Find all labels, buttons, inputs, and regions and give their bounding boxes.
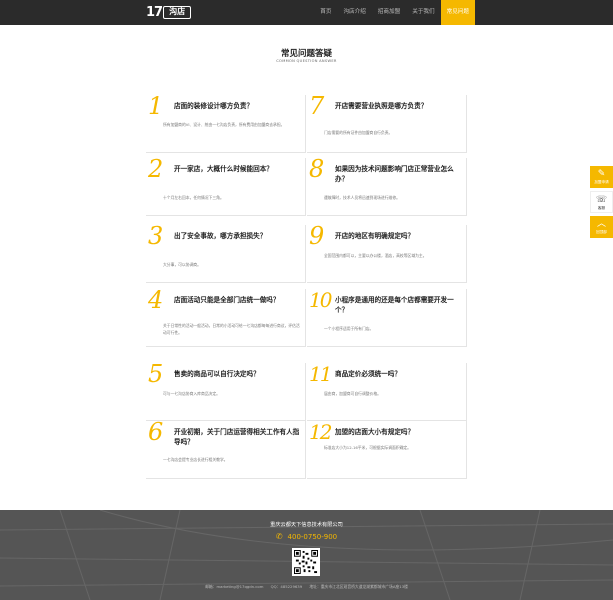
faq-question: 店面活动只能是全部门店统一做吗？ bbox=[174, 296, 280, 304]
phone-icon: ✆ bbox=[275, 532, 283, 541]
nav-item-about[interactable]: 关于我们 bbox=[406, 0, 440, 25]
faq-item-1: 1 店面的装修设计哪方负责？ 所有加盟商的VI、设计、统由一七沟店负责，所有费用… bbox=[146, 92, 306, 153]
faq-item-12: 12 加盟的店面大小有规定吗？ 标准店大小为12-16平米，可根据实际调面积确定… bbox=[307, 420, 467, 479]
faq-question: 开业初期，关于门店运营得相关工作有人指导吗？ bbox=[174, 428, 300, 446]
side-top-label: 回顶部 bbox=[596, 230, 607, 234]
faq-answer: 可与一七沟店协商入库商品决定。 bbox=[163, 391, 220, 396]
faq-answer: 所有加盟商的VI、设计、统由一七沟店负责，所有费用由加盟商去承担。 bbox=[163, 122, 285, 127]
footer-info: 邮箱：marketing@17qgdn.com QQ：485229639 地址：… bbox=[0, 584, 613, 590]
page-subtitle: COMMON QUESTION ANSWER bbox=[276, 59, 337, 63]
faq-answer: 一个小程序适用于所有门店。 bbox=[324, 326, 374, 331]
nav-item-home[interactable]: 首页 bbox=[314, 0, 337, 25]
faq-question: 开店的地区有明确规定吗？ bbox=[335, 232, 415, 240]
faq-question: 开一家店，大概什么时候能回本？ bbox=[174, 165, 273, 173]
footer-email[interactable]: 邮箱：marketing@17qgdn.com bbox=[205, 584, 263, 589]
faq-number: 5 bbox=[148, 360, 164, 388]
faq-question: 商品定价必须统一吗？ bbox=[335, 370, 401, 378]
nav-item-faq[interactable]: 常见问题 bbox=[440, 0, 475, 25]
faq-question: 店面的装修设计哪方负责？ bbox=[174, 102, 254, 110]
main-nav: 首页 沟店介绍 招商加盟 关于我们 常见问题 bbox=[314, 0, 475, 25]
faq-number: 12 bbox=[309, 420, 332, 444]
pencil-icon: ✎ bbox=[597, 169, 606, 179]
page-title: 常见问题答疑 bbox=[280, 49, 332, 59]
faq-item-3: 3 出了安全事故，哪方承担损失？ 大分事，可以协调商。 bbox=[146, 222, 306, 283]
faq-question: 小程序是通用的还是每个店都需要开发一个？ bbox=[335, 296, 454, 314]
footer-phone-number: 400-0750-900 bbox=[287, 533, 338, 541]
brand-logo[interactable]: 17 沟店 bbox=[146, 5, 192, 20]
faq-number: 9 bbox=[309, 222, 325, 250]
faq-answer: 一七沟店会提专业店长进行相关教学。 bbox=[163, 457, 228, 462]
faq-answer: 届由商，加盟商可自行调整价格。 bbox=[324, 391, 381, 396]
faq-number: 2 bbox=[148, 155, 164, 183]
faq-number: 11 bbox=[309, 362, 332, 386]
footer-phone[interactable]: ✆ 400-0750-900 bbox=[0, 532, 613, 541]
faq-answer: 关于日常性的活动一般活动，日常的小活动可给一七沟店都每每进行商议，评估活动可行性… bbox=[163, 323, 300, 335]
faq-number: 4 bbox=[148, 286, 164, 314]
logo-number: 17 bbox=[146, 5, 163, 20]
faq-item-8: 8 如果因为技术问题影响门店正常营业怎么办？ 遇故障时，技术人员将迅速到现场进行… bbox=[307, 155, 467, 216]
footer-qq: QQ：485229639 bbox=[270, 584, 303, 589]
faq-number: 1 bbox=[148, 92, 164, 120]
side-top-button[interactable]: ︿ 回顶部 bbox=[590, 216, 613, 238]
faq-item-11: 11 商品定价必须统一吗？ 届由商，加盟商可自行调整价格。 bbox=[307, 362, 467, 421]
side-apply-label: 加盟申请 bbox=[594, 180, 609, 184]
faq-question: 出了安全事故，哪方承担损失？ bbox=[174, 232, 267, 240]
faq-item-10: 10 小程序是通用的还是每个店都需要开发一个？ 一个小程序适用于所有门店。 bbox=[307, 288, 467, 347]
footer-address: 地址：重庆市江北区观音桥大道龙湖紫都城市广场A座13楼 bbox=[309, 584, 408, 589]
faq-answer: 标准店大小为12-16平米，可根据实际调面积确定。 bbox=[324, 445, 411, 450]
side-service-label: 客服 bbox=[597, 206, 606, 210]
nav-item-store-intro[interactable]: 沟店介绍 bbox=[337, 0, 371, 25]
qr-code bbox=[292, 548, 320, 576]
side-service-button[interactable]: ☏ 客服 bbox=[590, 191, 613, 213]
faq-item-4: 4 店面活动只能是全部门店统一做吗？ 关于日常性的活动一般活动，日常的小活动可给… bbox=[146, 286, 306, 347]
faq-number: 7 bbox=[309, 92, 325, 120]
faq-answer: 门店需要的所有证件由加盟商自行负责。 bbox=[324, 130, 393, 135]
faq-item-5: 5 售卖的商品可以自行决定吗？ 可与一七沟店协商入库商品决定。 bbox=[146, 360, 306, 421]
headset-icon: ☏ bbox=[595, 195, 608, 205]
faq-number: 6 bbox=[148, 418, 164, 446]
faq-number: 10 bbox=[309, 288, 332, 312]
qr-code-icon bbox=[294, 550, 318, 574]
footer: 重庆云都天下信息技术有限公司 ✆ 400-0750-900 邮箱：marketin… bbox=[0, 510, 613, 600]
faq-item-9: 9 开店的地区有明确规定吗？ 全国范围内都可以，主要以办公楼，酒店，高校等区域为… bbox=[307, 222, 467, 283]
faq-answer: 全国范围内都可以，主要以办公楼，酒店，高校等区域为主。 bbox=[324, 253, 427, 258]
faq-question: 售卖的商品可以自行决定吗？ bbox=[174, 370, 260, 378]
faq-answer: 十个月左右回本，任何情况下三角。 bbox=[163, 195, 224, 200]
faq-question: 开店需要营业执照是哪方负责？ bbox=[335, 102, 428, 110]
faq-item-7: 7 开店需要营业执照是哪方负责？ 门店需要的所有证件由加盟商自行负责。 bbox=[307, 92, 467, 153]
arrow-up-icon: ︿ bbox=[596, 219, 606, 229]
faq-question: 如果因为技术问题影响门店正常营业怎么办？ bbox=[335, 165, 454, 183]
faq-item-6: 6 开业初期，关于门店运营得相关工作有人指导吗？ 一七沟店会提专业店长进行相关教… bbox=[146, 418, 306, 479]
faq-answer: 遇故障时，技术人员将迅速到现场进行维修。 bbox=[324, 195, 400, 200]
nav-item-franchise[interactable]: 招商加盟 bbox=[372, 0, 406, 25]
main-content: 常见问题答疑 COMMON QUESTION ANSWER 1 店面的装修设计哪… bbox=[0, 25, 613, 510]
faq-number: 8 bbox=[309, 155, 325, 183]
footer-company: 重庆云都天下信息技术有限公司 bbox=[270, 522, 343, 528]
faq-answer: 大分事，可以协调商。 bbox=[163, 262, 201, 267]
side-apply-button[interactable]: ✎ 加盟申请 bbox=[590, 166, 613, 188]
logo-text: 沟店 bbox=[163, 6, 192, 19]
faq-question: 加盟的店面大小有规定吗？ bbox=[335, 428, 415, 436]
faq-item-2: 2 开一家店，大概什么时候能回本？ 十个月左右回本，任何情况下三角。 bbox=[146, 155, 306, 216]
faq-number: 3 bbox=[148, 222, 164, 250]
top-header: 17 沟店 首页 沟店介绍 招商加盟 关于我们 常见问题 bbox=[0, 0, 613, 25]
